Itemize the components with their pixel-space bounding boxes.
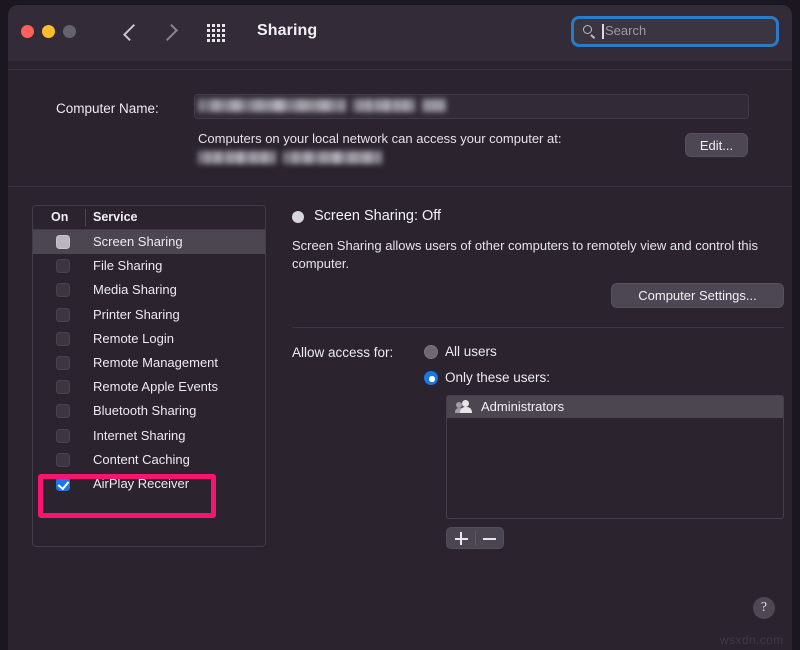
minimize-button[interactable]	[42, 25, 55, 38]
header-divider	[8, 69, 792, 70]
all-preferences-grid-icon[interactable]	[207, 24, 227, 40]
redacted-computer-name	[353, 99, 415, 112]
radio-only-these-users-label[interactable]: Only these users:	[445, 370, 550, 385]
help-button[interactable]: ?	[753, 597, 775, 619]
service-label: Remote Login	[93, 331, 174, 346]
chevron-right-icon	[161, 24, 178, 41]
user-group-name: Administrators	[481, 399, 564, 414]
column-header-service: Service	[93, 210, 137, 224]
service-checkbox[interactable]	[56, 259, 70, 273]
service-checkbox[interactable]	[56, 235, 70, 249]
service-checkbox[interactable]	[56, 308, 70, 322]
service-row[interactable]: Content Caching	[33, 448, 265, 472]
group-icon	[456, 400, 474, 414]
service-row[interactable]: AirPlay Receiver	[33, 472, 265, 496]
service-checkbox[interactable]	[56, 380, 70, 394]
status-title: Screen Sharing: Off	[314, 208, 441, 224]
service-row[interactable]: Printer Sharing	[33, 303, 265, 327]
allowed-users-list[interactable]: Administrators	[446, 395, 784, 519]
remove-user-button[interactable]	[476, 528, 504, 548]
list-item[interactable]: Administrators	[447, 396, 783, 418]
edit-button[interactable]: Edit...	[685, 133, 748, 157]
radio-all-users-label[interactable]: All users	[445, 344, 497, 359]
local-network-access-text: Computers on your local network can acce…	[198, 131, 561, 146]
search-container[interactable]: Search	[571, 16, 779, 47]
service-row[interactable]: Remote Apple Events	[33, 375, 265, 399]
page-title: Sharing	[257, 22, 317, 40]
section-divider	[8, 186, 792, 187]
close-button[interactable]	[21, 25, 34, 38]
watermark: wsxdn.com	[720, 633, 784, 647]
service-row[interactable]: Media Sharing	[33, 278, 265, 302]
chevron-left-icon	[123, 24, 140, 41]
service-label: Bluetooth Sharing	[93, 403, 196, 418]
service-label: Printer Sharing	[93, 307, 180, 322]
service-label: Media Sharing	[93, 282, 177, 297]
radio-only-these-users[interactable]	[424, 371, 438, 385]
redacted-computer-name	[198, 99, 346, 112]
service-checkbox[interactable]	[56, 477, 70, 491]
computer-name-label: Computer Name:	[56, 101, 159, 116]
service-list-panel[interactable]: On Service Screen Sharing File Sharing Med…	[32, 205, 266, 547]
sharing-preferences-window: Sharing Search Computer Name: Computers …	[8, 5, 792, 650]
service-row[interactable]: Bluetooth Sharing	[33, 399, 265, 423]
service-description: Screen Sharing allows users of other com…	[292, 237, 784, 273]
redacted-computer-name	[422, 99, 446, 112]
window-controls	[21, 25, 76, 38]
service-row[interactable]: Remote Management	[33, 351, 265, 375]
service-label: Content Caching	[93, 452, 190, 467]
computer-settings-button[interactable]: Computer Settings...	[611, 283, 784, 308]
minus-icon	[483, 538, 496, 540]
column-header-on: On	[51, 210, 68, 224]
back-button[interactable]	[120, 20, 146, 46]
service-row[interactable]: File Sharing	[33, 254, 265, 278]
service-checkbox[interactable]	[56, 332, 70, 346]
service-checkbox[interactable]	[56, 283, 70, 297]
service-row[interactable]: Internet Sharing	[33, 424, 265, 448]
add-remove-user-controls[interactable]	[446, 527, 504, 549]
status-indicator	[292, 211, 304, 223]
service-label: Screen Sharing	[93, 234, 183, 249]
service-checkbox[interactable]	[56, 453, 70, 467]
add-user-button[interactable]	[447, 528, 475, 548]
plus-icon	[460, 532, 462, 545]
search-focus-ring	[571, 16, 779, 47]
detail-divider	[292, 327, 784, 328]
service-checkbox[interactable]	[56, 404, 70, 418]
forward-button[interactable]	[160, 20, 186, 46]
redacted-hostname	[198, 151, 276, 164]
service-label: Remote Apple Events	[93, 379, 218, 394]
radio-all-users[interactable]	[424, 345, 438, 359]
column-divider	[85, 209, 86, 226]
service-checkbox[interactable]	[56, 429, 70, 443]
service-label: File Sharing	[93, 258, 162, 273]
service-row[interactable]: Remote Login	[33, 327, 265, 351]
window-titlebar: Sharing Search	[8, 5, 792, 61]
service-label: AirPlay Receiver	[93, 476, 189, 491]
service-table-header: On Service	[33, 206, 265, 230]
redacted-hostname	[283, 151, 382, 164]
service-checkbox[interactable]	[56, 356, 70, 370]
zoom-button	[63, 25, 76, 38]
service-label: Internet Sharing	[93, 428, 186, 443]
service-label: Remote Management	[93, 355, 218, 370]
service-rows: Screen Sharing File Sharing Media Sharing P…	[33, 230, 265, 496]
service-row[interactable]: Screen Sharing	[33, 230, 265, 254]
allow-access-label: Allow access for:	[292, 345, 393, 360]
